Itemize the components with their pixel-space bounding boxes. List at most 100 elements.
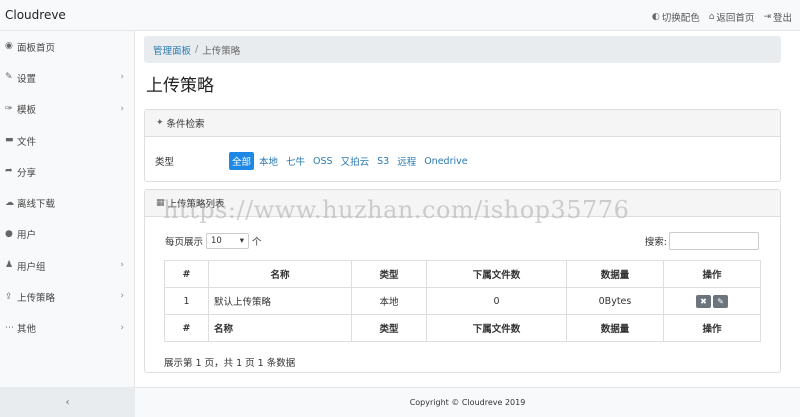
column-header-actions[interactable]: 操作 xyxy=(663,260,761,288)
sidebar-item-user-groups[interactable]: ♟ 用户组 › xyxy=(0,250,134,281)
top-nav-links: ◐ 切换配色 ⌂ 返回首页 ⇥ 登出 xyxy=(652,10,792,24)
caret-down-icon: ▾ xyxy=(239,236,245,246)
table-icon: ▦ xyxy=(156,197,165,208)
footer-column-name: 名称 xyxy=(208,314,352,342)
brush-icon: ✑ xyxy=(5,103,13,114)
footer-column-files: 下属文件数 xyxy=(426,314,567,342)
logout-label: 登出 xyxy=(772,13,792,24)
sidebar-item-other[interactable]: ⋯ 其他 › xyxy=(0,313,134,344)
trash-icon: ✖ xyxy=(700,296,707,306)
tags-icon: ✦ xyxy=(156,117,164,128)
edit-icon: ✎ xyxy=(717,296,724,306)
user-icon: ● xyxy=(5,228,13,239)
edit-button[interactable]: ✎ xyxy=(713,294,728,308)
filter-header-label: 条件检索 xyxy=(166,119,205,130)
column-header-files[interactable]: 下属文件数 xyxy=(426,260,567,288)
sidebar-item-share[interactable]: ➦ 分享 xyxy=(0,156,134,187)
dashboard-icon: ◉ xyxy=(5,41,13,52)
breadcrumb-home-link[interactable]: 管理面板 xyxy=(153,43,191,57)
sidebar-item-label: 模板 xyxy=(17,105,37,117)
chevron-right-icon: › xyxy=(120,72,124,83)
policy-list-card: ▦ 上传策略列表 每页展示 10 ▾ 个 搜索: # 名称 类型 下属文件数 数… xyxy=(144,189,781,373)
cell-size: 0Bytes xyxy=(566,287,664,315)
filter-card: ✦ 条件检索 类型 全部 本地 七牛 OSS 又拍云 S3 远程 Onedriv… xyxy=(144,109,781,182)
filter-option-s3[interactable]: S3 xyxy=(374,154,392,169)
filter-option-oss[interactable]: OSS xyxy=(310,154,336,169)
sidebar-item-label: 分享 xyxy=(17,167,37,179)
top-navbar: Cloudreve ◐ 切换配色 ⌂ 返回首页 ⇥ 登出 xyxy=(0,0,800,31)
breadcrumb: 管理面板 / 上传策略 xyxy=(144,36,781,63)
filter-row: 类型 全部 本地 七牛 OSS 又拍云 S3 远程 Onedrive xyxy=(155,152,473,170)
upload-icon: ⇪ xyxy=(5,291,13,302)
brand-logo[interactable]: Cloudreve xyxy=(5,8,66,22)
footer-column-id: # xyxy=(164,314,209,342)
page-title: 上传策略 xyxy=(146,76,214,96)
back-home-label: 返回首页 xyxy=(716,13,755,24)
column-header-id[interactable]: # xyxy=(164,260,209,288)
table-footer-row: # 名称 类型 下属文件数 数据量 操作 xyxy=(164,314,761,342)
sidebar-item-offline-download[interactable]: ☁ 离线下载 xyxy=(0,187,134,218)
table-info: 展示第 1 页，共 1 页 1 条数据 xyxy=(164,358,296,369)
table-row: 1 默认上传策略 本地 0 0Bytes ✖ ✎ xyxy=(164,287,761,315)
sidebar-item-dashboard[interactable]: ◉ 面板首页 xyxy=(0,31,134,62)
sidebar-item-files[interactable]: ▬ 文件 xyxy=(0,125,134,156)
logout-link[interactable]: ⇥ 登出 xyxy=(763,10,792,24)
delete-button[interactable]: ✖ xyxy=(696,294,711,308)
page-footer: Copyright © Cloudreve 2019 xyxy=(135,387,800,417)
copyright-text: Copyright © Cloudreve 2019 xyxy=(409,398,526,407)
table-header-row: # 名称 类型 下属文件数 数据量 操作 xyxy=(164,260,761,288)
filter-card-header: ✦ 条件检索 xyxy=(145,110,780,137)
main-content: 管理面板 / 上传策略 上传策略 ✦ 条件检索 类型 全部 本地 七牛 OSS … xyxy=(135,31,800,387)
filter-type-label: 类型 xyxy=(155,157,175,168)
sidebar-item-label: 上传策略 xyxy=(17,293,56,305)
cell-files: 0 xyxy=(426,287,567,315)
home-icon: ⌂ xyxy=(708,11,715,22)
sidebar-item-users[interactable]: ● 用户 xyxy=(0,219,134,250)
wrench-icon: ✎ xyxy=(5,72,13,83)
sidebar-item-label: 设置 xyxy=(17,73,37,85)
filter-option-remote[interactable]: 远程 xyxy=(394,152,419,170)
chevron-left-icon: ‹ xyxy=(65,396,70,408)
sidebar-item-label: 其他 xyxy=(17,324,37,336)
column-header-type[interactable]: 类型 xyxy=(351,260,427,288)
filter-option-qiniu[interactable]: 七牛 xyxy=(283,152,308,170)
sidebar-item-label: 用户组 xyxy=(17,261,46,273)
filter-option-onedrive[interactable]: Onedrive xyxy=(421,154,470,169)
filter-option-all[interactable]: 全部 xyxy=(229,152,255,170)
page-length-control: 每页展示 10 ▾ 个 xyxy=(165,233,262,249)
list-header-label: 上传策略列表 xyxy=(167,199,225,210)
table-search: 搜索: xyxy=(645,232,759,250)
filter-option-local[interactable]: 本地 xyxy=(256,152,281,170)
footer-column-actions: 操作 xyxy=(663,314,761,342)
share-icon: ➦ xyxy=(5,166,13,177)
breadcrumb-separator: / xyxy=(195,44,199,55)
search-label: 搜索: xyxy=(644,237,667,248)
filter-option-upyun[interactable]: 又拍云 xyxy=(338,152,373,170)
toggle-theme-link[interactable]: ◐ 切换配色 xyxy=(652,10,700,24)
sidebar-item-label: 文件 xyxy=(17,136,37,148)
chevron-right-icon: › xyxy=(120,103,124,114)
users-icon: ♟ xyxy=(5,260,14,271)
cell-name: 默认上传策略 xyxy=(208,287,352,315)
back-home-link[interactable]: ⌂ 返回首页 xyxy=(709,10,755,24)
page-length-value: 10 xyxy=(211,236,222,246)
column-header-name[interactable]: 名称 xyxy=(208,260,352,288)
policy-table: # 名称 类型 下属文件数 数据量 操作 1 默认上传策略 本地 0 0Byte… xyxy=(164,260,761,342)
logout-icon: ⇥ xyxy=(763,11,771,22)
list-card-header: ▦ 上传策略列表 xyxy=(145,190,780,217)
sidebar-item-settings[interactable]: ✎ 设置 › xyxy=(0,62,134,93)
column-header-size[interactable]: 数据量 xyxy=(566,260,664,288)
cell-type: 本地 xyxy=(351,287,427,315)
sidebar-item-templates[interactable]: ✑ 模板 › xyxy=(0,94,134,125)
chevron-right-icon: › xyxy=(120,291,124,302)
footer-column-type: 类型 xyxy=(351,314,427,342)
page-length-select[interactable]: 10 ▾ xyxy=(206,233,250,249)
more-icon: ⋯ xyxy=(5,322,14,333)
folder-icon: ▬ xyxy=(5,135,14,146)
length-prefix: 每页展示 xyxy=(165,237,204,248)
sidebar-collapse-button[interactable]: ‹ xyxy=(0,387,135,417)
sidebar-item-upload-policy[interactable]: ⇪ 上传策略 › xyxy=(0,281,134,312)
toggle-icon: ◐ xyxy=(651,11,660,22)
sidebar: ◉ 面板首页 ✎ 设置 › ✑ 模板 › ▬ 文件 ➦ 分享 ☁ 离线下载 ● … xyxy=(0,31,135,387)
search-input[interactable] xyxy=(669,232,759,250)
